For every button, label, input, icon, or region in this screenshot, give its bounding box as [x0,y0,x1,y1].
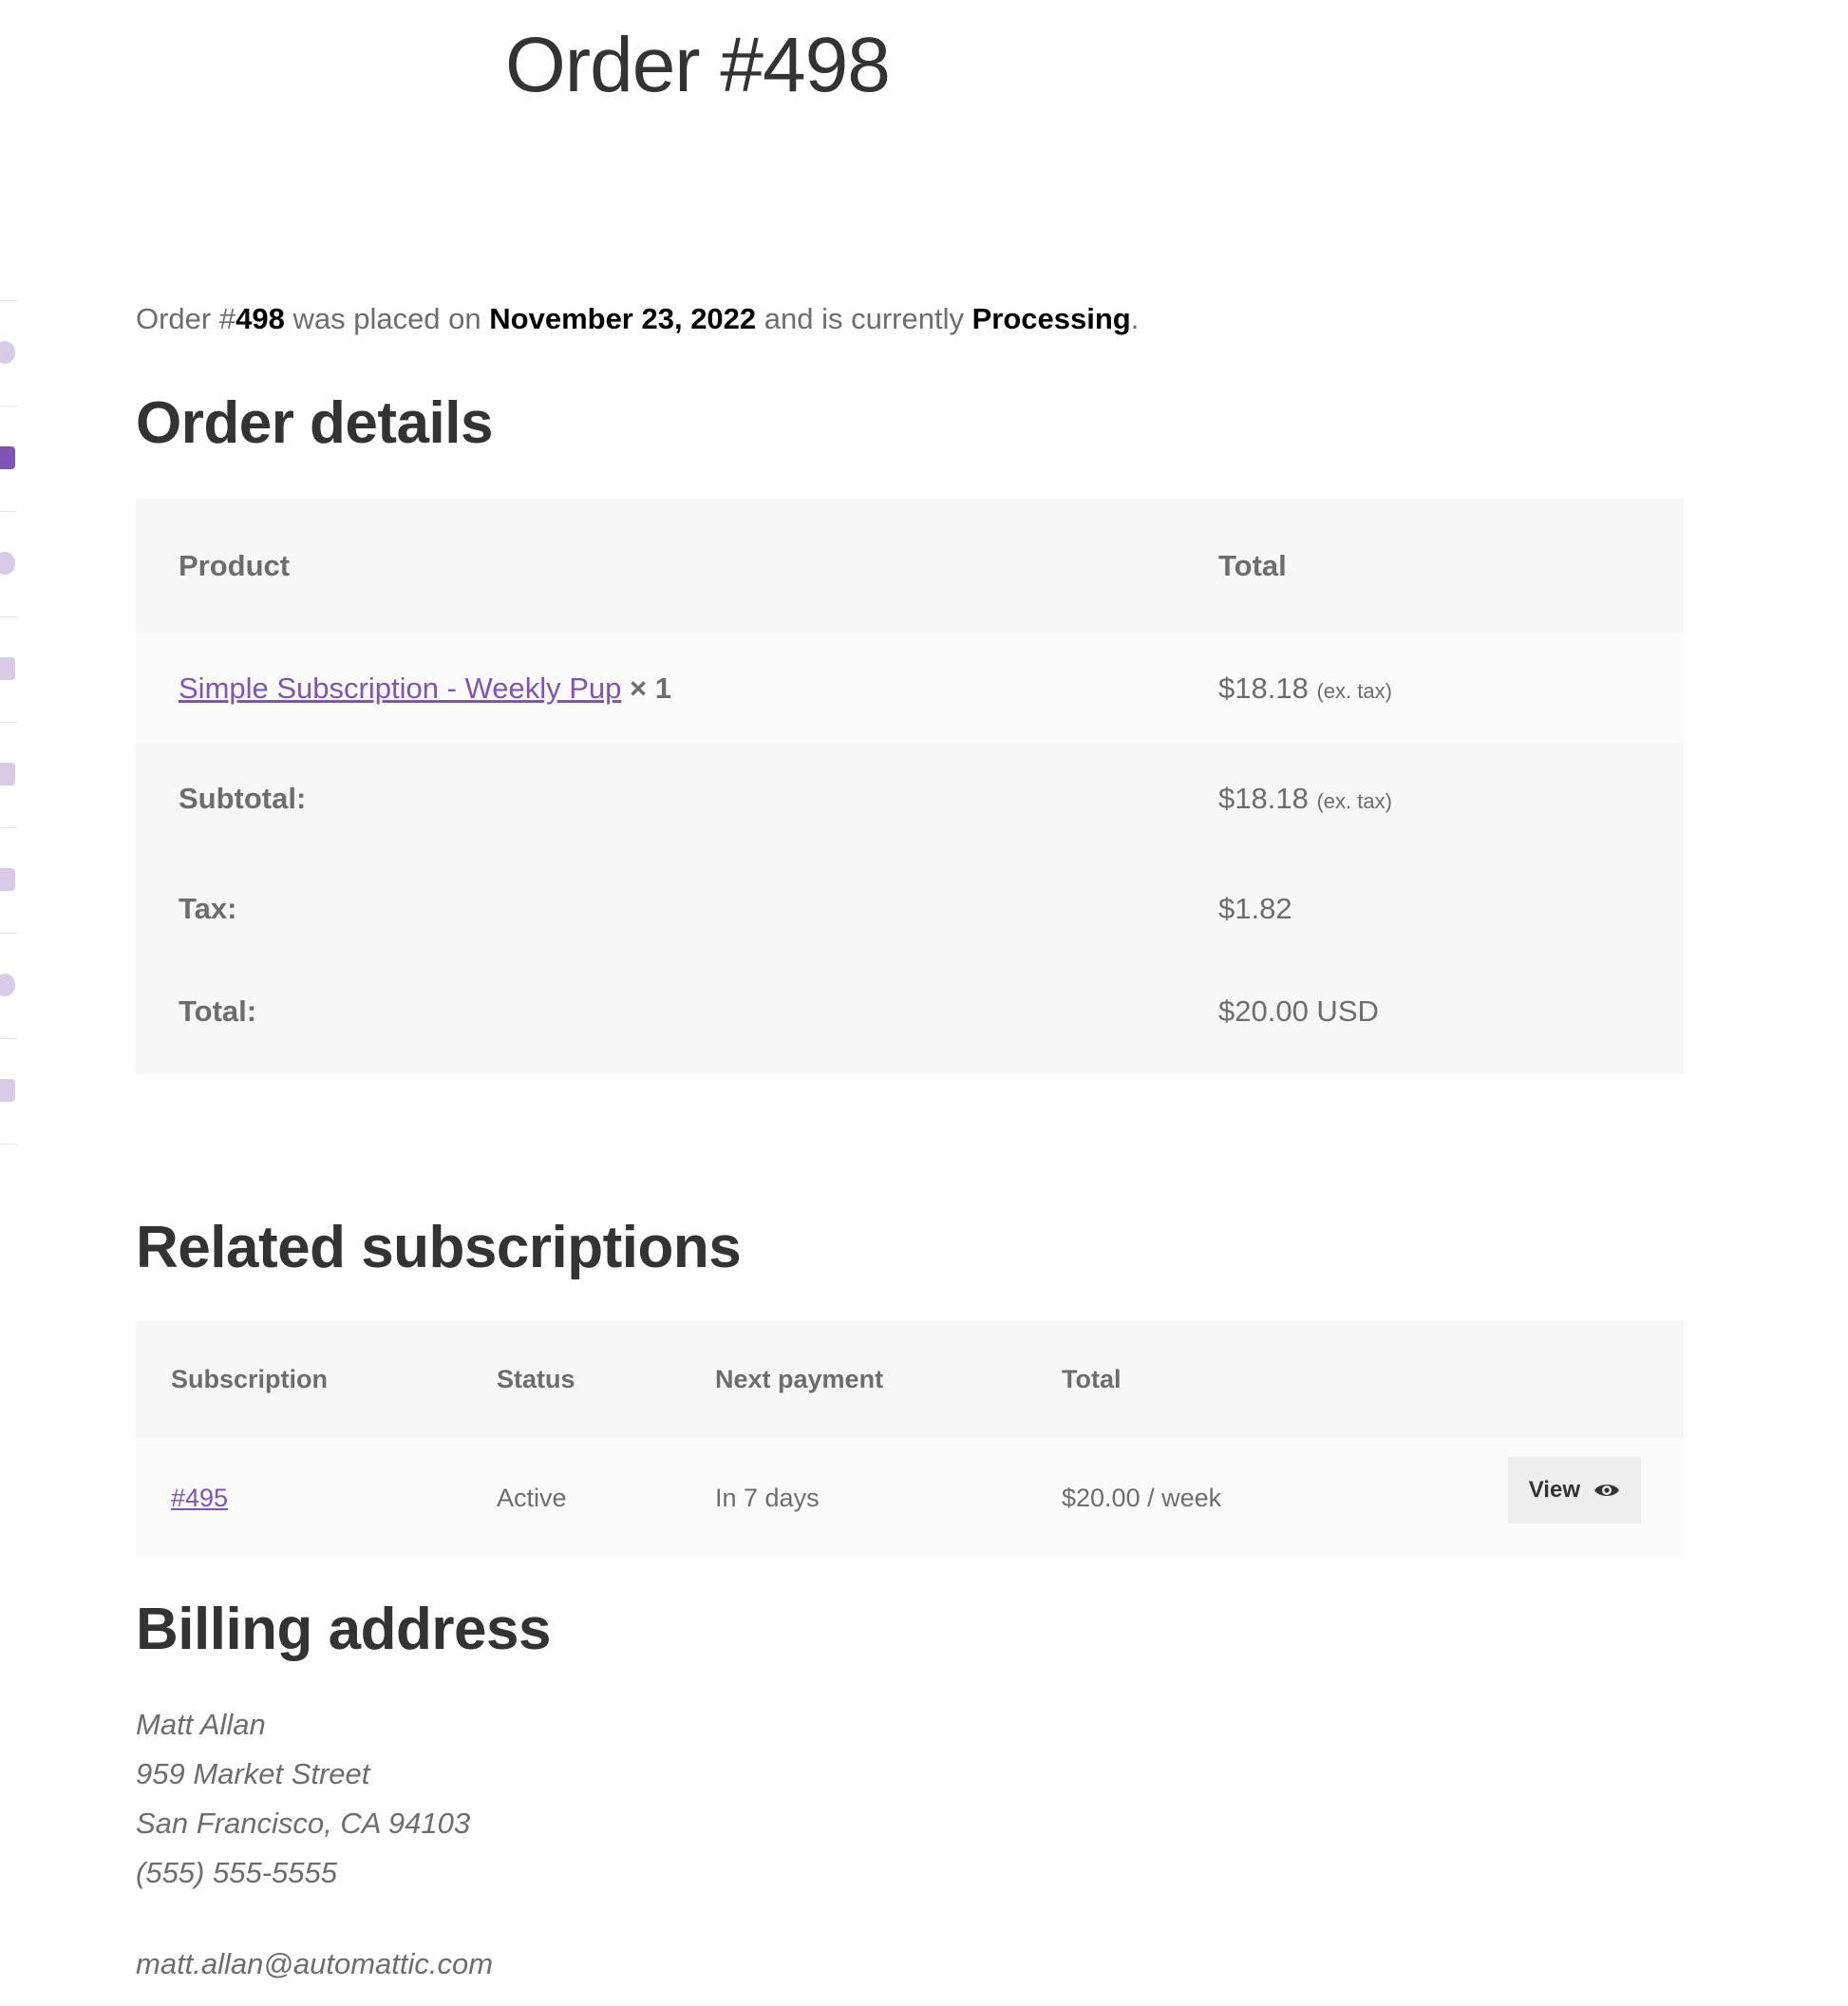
refresh-icon [0,552,15,575]
tax-row: Tax: $1.82 [136,854,1684,964]
column-header-product: Product [136,499,1176,634]
order-date: November 23, 2022 [489,302,757,335]
nav-item-addresses[interactable] [0,722,17,827]
dashboard-icon [0,341,15,364]
related-subscriptions-heading: Related subscriptions [136,1215,742,1280]
download-icon [0,657,15,680]
nav-item-payment-methods[interactable] [0,827,17,933]
column-header-subscription: Subscription [136,1320,497,1438]
product-link[interactable]: Simple Subscription - Weekly Pup [179,672,621,705]
column-header-next-payment: Next payment [715,1320,1062,1438]
nav-item-dashboard[interactable] [0,300,17,406]
user-icon [0,974,15,996]
table-row: #495 Active In 7 days $20.00 / week View [136,1438,1684,1558]
subtotal-row: Subtotal: $18.18 (ex. tax) [136,744,1684,854]
nav-item-downloads[interactable] [0,616,17,722]
page-title: Order #498 [505,22,891,108]
credit-card-icon [0,868,15,891]
billing-city: San Francisco, CA 94103 [136,1807,471,1840]
nav-item-subscriptions[interactable] [0,511,17,616]
basket-icon [0,446,15,469]
nav-item-logout[interactable] [0,1038,17,1145]
subscription-next-payment: In 7 days [715,1438,1062,1558]
subscription-link[interactable]: #495 [171,1484,228,1512]
related-subscriptions-table: Subscription Status Next payment Total #… [136,1320,1684,1558]
product-cell: Simple Subscription - Weekly Pup × 1 [136,634,1176,744]
total-row: Total: $20.00 USD [136,964,1684,1074]
column-header-total: Total [1062,1320,1499,1438]
nav-item-orders[interactable] [0,406,17,511]
home-icon [0,763,15,785]
billing-name: Matt Allan [136,1708,266,1741]
logout-icon [0,1079,15,1102]
account-nav [0,300,17,1145]
table-row: Simple Subscription - Weekly Pup × 1 $18… [136,634,1684,744]
billing-address-heading: Billing address [136,1597,551,1662]
column-header-status: Status [497,1320,715,1438]
order-summary: Order #498 was placed on November 23, 20… [136,302,1140,335]
view-button[interactable]: View [1507,1457,1641,1523]
order-number: 498 [236,302,285,335]
subscription-status: Active [497,1438,715,1558]
eye-icon [1594,1485,1619,1496]
order-status: Processing [971,302,1131,335]
subscription-total: $20.00 / week [1062,1438,1499,1558]
billing-email: matt.allan@automattic.com [136,1947,494,1980]
order-details-heading: Order details [136,390,493,456]
billing-phone: (555) 555-5555 [136,1856,337,1889]
order-details-table: Product Total Simple Subscription - Week… [136,499,1684,1074]
product-total-cell: $18.18 (ex. tax) [1176,634,1684,744]
product-quantity: × 1 [629,672,671,705]
billing-street: 959 Market Street [136,1757,370,1790]
billing-address: Matt Allan 959 Market Street San Francis… [136,1700,1684,1989]
column-header-total: Total [1176,499,1684,634]
nav-item-account-details[interactable] [0,933,17,1038]
